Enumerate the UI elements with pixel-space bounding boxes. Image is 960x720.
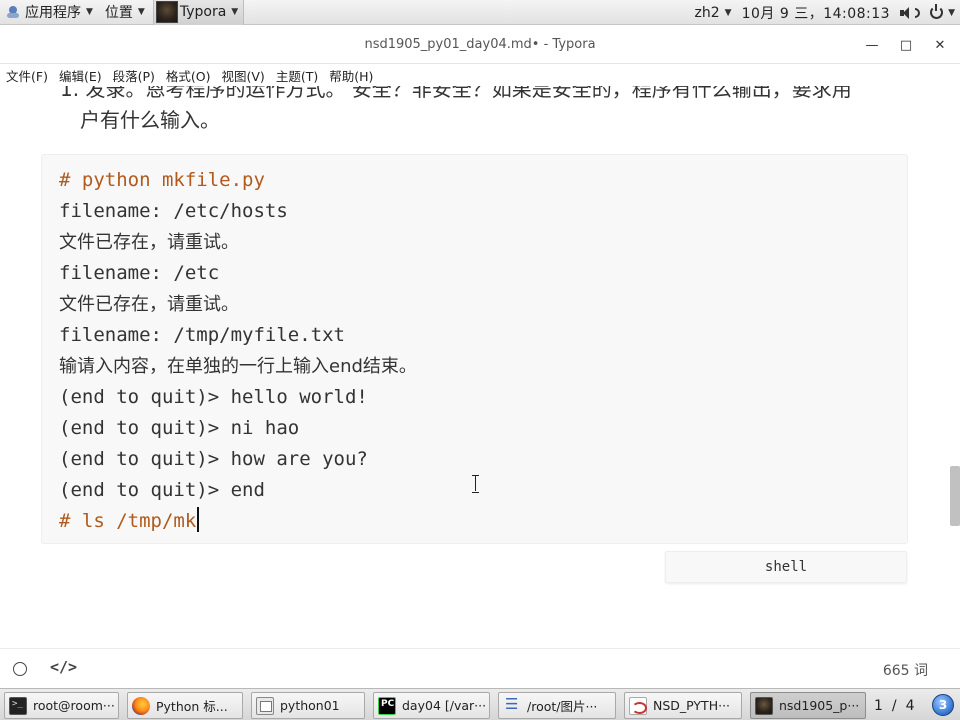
folder-icon bbox=[503, 695, 521, 715]
power-menu[interactable]: ▼ bbox=[925, 0, 960, 25]
places-menu[interactable]: 位置 ▼ bbox=[99, 0, 151, 25]
code-line: filename: /etc bbox=[59, 262, 220, 284]
caret-down-icon: ▼ bbox=[137, 7, 145, 17]
menu-bar: 文件(F) 编辑(E) 段落(P) 格式(O) 视图(V) 主题(T) 帮助(H… bbox=[0, 64, 960, 86]
code-line: (end to quit)> hello world! bbox=[59, 386, 368, 408]
task-file-manager[interactable]: python01 bbox=[251, 692, 365, 719]
text-cursor bbox=[197, 507, 200, 532]
task-firefox[interactable]: Python 标... bbox=[127, 692, 243, 719]
code-language-input[interactable]: shell bbox=[665, 551, 907, 583]
places-label: 位置 bbox=[104, 5, 133, 21]
applications-label: 应用程序 bbox=[25, 5, 81, 21]
document-viewer-icon bbox=[629, 696, 647, 715]
code-line: (end to quit)> how are you? bbox=[59, 448, 368, 470]
firefox-icon bbox=[132, 696, 150, 715]
caret-down-icon: ▼ bbox=[86, 7, 93, 17]
workspace-current: 1 bbox=[874, 698, 884, 714]
active-app-menu[interactable]: Typora ▼ bbox=[152, 0, 245, 25]
code-line-text: # ls /tmp/mk bbox=[59, 510, 197, 532]
taskbar: root@room··· Python 标... python01 day04 … bbox=[0, 688, 960, 720]
code-line: filename: /tmp/myfile.txt bbox=[59, 324, 345, 346]
caret-down-icon: ▼ bbox=[724, 7, 732, 18]
typora-icon bbox=[755, 696, 773, 715]
power-icon bbox=[930, 4, 944, 19]
applications-menu[interactable]: 应用程序 ▼ bbox=[0, 0, 99, 25]
input-method-label: zh2 bbox=[694, 4, 720, 21]
active-app-label: Typora bbox=[179, 4, 227, 20]
task-pycharm[interactable]: day04 [/var··· bbox=[373, 692, 490, 719]
paragraph-line: 户有什么输入。 bbox=[80, 108, 220, 132]
source-mode-toggle[interactable]: </> bbox=[50, 658, 77, 676]
caret-down-icon: ▼ bbox=[231, 7, 239, 17]
volume-icon bbox=[900, 6, 914, 19]
workspace-pager[interactable]: 1 / 4 bbox=[874, 694, 916, 718]
pycharm-icon bbox=[378, 696, 396, 715]
menu-edit[interactable]: 编辑(E) bbox=[59, 66, 102, 85]
menu-format[interactable]: 格式(O) bbox=[166, 66, 211, 85]
clock[interactable]: 10月 9 三，14:08:13 bbox=[737, 0, 896, 25]
minimize-button[interactable]: — bbox=[861, 34, 883, 56]
workspace-total: 4 bbox=[905, 698, 916, 714]
input-method-indicator[interactable]: zh2 ▼ bbox=[690, 0, 737, 25]
scrollbar-thumb[interactable] bbox=[950, 466, 960, 526]
task-typora[interactable]: nsd1905_p··· bbox=[750, 692, 866, 719]
code-line-active: # ls /tmp/mk bbox=[59, 506, 897, 537]
status-bar: </> 665 词 bbox=[0, 648, 960, 688]
task-label: day04 [/var··· bbox=[402, 698, 487, 713]
code-line: # python mkfile.py bbox=[59, 169, 265, 191]
task-label: root@room··· bbox=[33, 698, 115, 713]
word-count[interactable]: 665 词 bbox=[883, 660, 928, 680]
gnome-top-bar: 应用程序 ▼ 位置 ▼ Typora ▼ zh2 ▼ 10月 9 三，14:08… bbox=[0, 0, 960, 25]
list-paragraph[interactable]: 1. 发录。恩考程序的运作方式。 安全？非安全？如果是安全的，程序有什么输出，要… bbox=[60, 86, 900, 136]
notification-badge[interactable]: 3 bbox=[932, 694, 954, 716]
code-line: 输请入内容，在单独的一行上输入end结束。 bbox=[59, 356, 417, 377]
maximize-button[interactable]: □ bbox=[895, 34, 917, 56]
window-title: nsd1905_py01_day04.md• - Typora bbox=[364, 37, 596, 52]
task-label: Python 标... bbox=[156, 699, 228, 714]
menu-help[interactable]: 帮助(H) bbox=[329, 66, 373, 85]
menu-file[interactable]: 文件(F) bbox=[6, 66, 48, 85]
menu-paragraph[interactable]: 段落(P) bbox=[113, 66, 155, 85]
code-line: filename: /etc/hosts bbox=[59, 200, 288, 222]
typora-app-icon bbox=[155, 1, 178, 23]
system-tray: zh2 ▼ 10月 9 三，14:08:13 ▼ bbox=[690, 0, 960, 25]
task-terminal[interactable]: root@room··· bbox=[4, 692, 119, 719]
paragraph-line: 1. 发录。恩考程序的运作方式。 安全？非安全？如果是安全的，程序有什么输出，要… bbox=[60, 86, 852, 101]
task-label: /root/图片··· bbox=[527, 699, 598, 714]
task-label: NSD_PYTH··· bbox=[653, 698, 731, 713]
menu-view[interactable]: 视图(V) bbox=[222, 66, 265, 85]
file-manager-icon bbox=[256, 696, 274, 715]
close-button[interactable]: ✕ bbox=[929, 34, 951, 56]
outline-toggle-icon[interactable] bbox=[13, 662, 27, 676]
window-title-bar[interactable]: nsd1905_py01_day04.md• - Typora — □ ✕ bbox=[0, 26, 960, 64]
code-line: (end to quit)> ni hao bbox=[59, 417, 300, 439]
task-document-viewer[interactable]: NSD_PYTH··· bbox=[624, 692, 742, 719]
volume-button[interactable] bbox=[895, 0, 925, 25]
task-pictures-folder[interactable]: /root/图片··· bbox=[498, 692, 616, 719]
mouse-ibeam-icon bbox=[472, 475, 479, 493]
code-line: 文件已存在，请重试。 bbox=[59, 294, 239, 315]
menu-theme[interactable]: 主题(T) bbox=[276, 66, 318, 85]
task-label: python01 bbox=[280, 698, 340, 713]
workspace-separator: / bbox=[891, 698, 898, 714]
caret-down-icon: ▼ bbox=[948, 7, 955, 18]
volume-wave-icon bbox=[915, 7, 921, 18]
editor-area[interactable]: 1. 发录。恩考程序的运作方式。 安全？非安全？如果是安全的，程序有什么输出，要… bbox=[0, 86, 960, 648]
code-line: 文件已存在，请重试。 bbox=[59, 232, 239, 253]
applications-icon bbox=[6, 5, 20, 19]
task-label: nsd1905_p··· bbox=[779, 698, 860, 713]
terminal-icon bbox=[9, 696, 27, 715]
